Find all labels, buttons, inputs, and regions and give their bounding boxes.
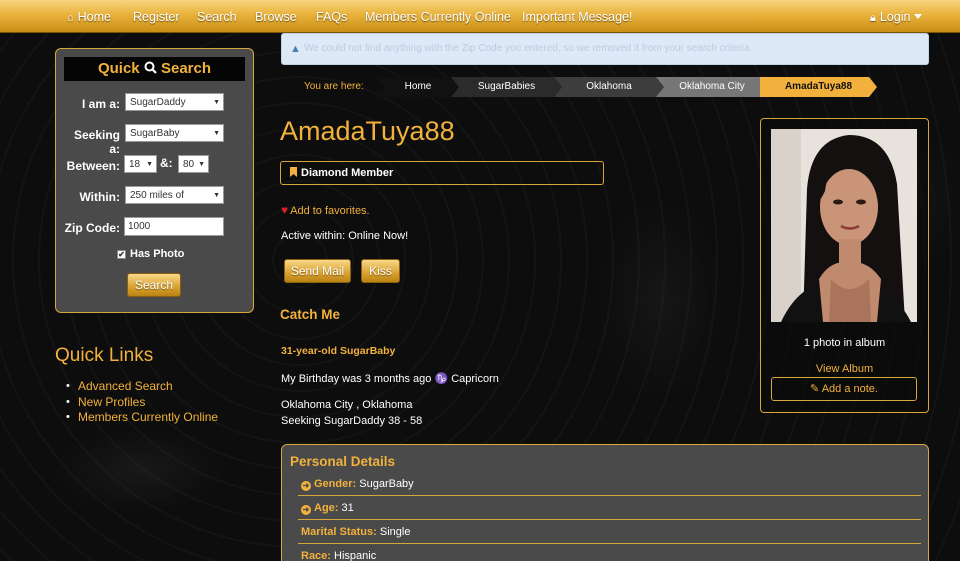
add-note-label: Add a note. [821,383,878,395]
quick-search-title: Quick [97,60,140,77]
breadcrumb-current: AmadaTuya88 [760,77,877,97]
alert-text: We could not find anything with the Zip … [304,43,753,54]
search-icon [144,61,157,74]
birthday-line: My Birthday was 3 months ago ♑ Capricorn [281,373,499,385]
heart-icon: ♥ [281,203,289,217]
age-line: 31-year-old SugarBaby [281,345,396,357]
zip-code-label: Zip Code: [64,221,120,235]
profile-photo-image [771,129,917,322]
nav-register[interactable]: Register [133,0,180,33]
detail-value: SugarBaby [359,478,414,490]
arrow-circle-icon: ➜ [301,481,311,491]
nav-faqs[interactable]: FAQs [316,0,347,33]
detail-row-marital-status: Marital Status: Single [298,520,921,544]
within-label: Within: [79,190,120,204]
seeking-line: Seeking SugarDaddy 38 - 58 [281,415,423,427]
quick-link-new-profiles[interactable]: New Profiles [66,395,218,411]
seeking-select[interactable]: SugarBaby [125,124,224,142]
search-button[interactable]: Search [127,273,181,297]
detail-value: Single [379,526,411,538]
bookmark-icon [290,167,297,177]
profile-photo[interactable] [771,129,917,322]
personal-details-panel: Personal Details ➜ Gender: SugarBaby ➜ Age… [281,444,929,561]
nav-login-label: Login [879,10,911,24]
nav-home-label: Home [77,10,111,24]
detail-key: Race: [301,550,331,561]
has-photo-row: ✔ Has Photo [117,248,184,260]
nav-home[interactable]: ⌂ Home [67,0,111,33]
detail-row-age: ➜ Age: 31 [298,496,921,520]
breadcrumb-label: You are here: [304,81,364,92]
catch-me-heading: Catch Me [280,307,341,322]
quick-links-title: Quick Links [55,345,154,366]
send-mail-button[interactable]: Send Mail [284,259,351,283]
quick-link-members-online[interactable]: Members Currently Online [66,410,218,426]
within-select[interactable]: 250 miles of [125,186,224,204]
seeking-label: Seeking a: [73,128,120,156]
detail-value: 31 [341,502,354,514]
quick-link-advanced-search[interactable]: Advanced Search [66,379,218,395]
breadcrumb-home[interactable]: Home [377,77,459,97]
photo-card: 1 photo in album View Album ✎ Add a note… [760,118,929,413]
photo-count: 1 photo in album [803,337,886,349]
age-min-select[interactable]: 18 [124,155,157,173]
detail-key: Age: [314,502,339,514]
nav-important-message[interactable]: Important Message! [522,0,632,33]
add-to-favorites-link[interactable]: ♥ Add to favorites. [281,203,370,217]
zip-code-alert: ▲ We could not find anything with the Zi… [281,33,929,65]
breadcrumb-sugarbabies[interactable]: SugarBabies [451,77,562,97]
lock-icon: 🔒︎ [870,12,876,24]
i-am-select[interactable]: SugarDaddy [125,93,224,111]
membership-label: Diamond Member [301,167,394,179]
chevron-down-icon [914,14,923,19]
nav-members-online[interactable]: Members Currently Online [365,0,511,33]
detail-row-gender: ➜ Gender: SugarBaby [298,472,921,496]
has-photo-checkbox[interactable]: ✔ [117,250,126,259]
active-status: Active within: Online Now! [281,230,409,242]
membership-badge: Diamond Member [280,161,604,185]
personal-details-title: Personal Details [290,454,396,469]
add-to-favorites-label: Add to favorites. [290,205,370,217]
arrow-circle-icon: ➜ [301,505,311,515]
quick-links-list: Advanced Search New Profiles Members Cur… [66,379,218,426]
profile-username: AmadaTuya88 [280,116,455,146]
zip-code-input[interactable]: 1000 [124,217,224,236]
detail-key: Gender: [314,478,357,490]
between-label: Between: [66,159,120,173]
add-note-button[interactable]: ✎ Add a note. [771,377,917,401]
detail-value: Hispanic [334,550,377,561]
quick-search-panel: Quick Search I am a: SugarDaddy Seeking … [55,48,254,313]
nav-login[interactable]: 🔒︎ Login [870,0,923,33]
has-photo-label: Has Photo [130,248,185,260]
quick-search-title-2: Search [160,60,212,77]
breadcrumb-oklahoma[interactable]: Oklahoma [554,77,664,97]
pencil-icon: ✎ [810,383,820,395]
location-line: Oklahoma City , Oklahoma [281,399,413,411]
warning-icon: ▲ [290,43,301,55]
quick-search-header: Quick Search [64,57,245,81]
detail-key: Marital Status: [301,526,377,538]
nav-browse[interactable]: Browse [255,0,297,33]
and-label: &: [160,156,173,170]
detail-row-race: Race: Hispanic [298,544,921,561]
kiss-button[interactable]: Kiss [361,259,400,283]
i-am-label: I am a: [81,97,120,111]
home-icon: ⌂ [67,12,74,24]
view-album-link[interactable]: View Album [761,363,928,375]
top-nav-bar: ⌂ Home Register Search Browse FAQs Member… [0,0,960,33]
age-max-select[interactable]: 80 [178,155,209,173]
nav-search[interactable]: Search [197,0,237,33]
breadcrumb-oklahoma-city[interactable]: Oklahoma City [656,77,768,97]
